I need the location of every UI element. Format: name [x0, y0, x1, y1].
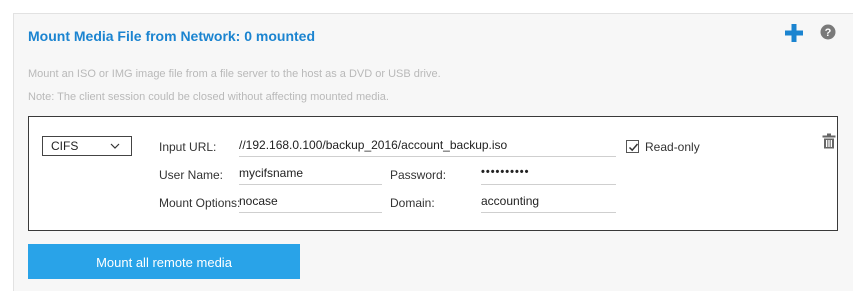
user-name-label: User Name: — [159, 168, 224, 182]
protocol-value: CIFS — [51, 139, 79, 153]
mount-all-button[interactable]: Mount all remote media — [28, 244, 300, 279]
read-only-label: Read-only — [645, 140, 700, 154]
domain-field[interactable]: accounting — [481, 191, 616, 213]
protocol-select[interactable]: CIFS — [42, 136, 132, 156]
description-text: Mount an ISO or IMG image file from a fi… — [28, 68, 441, 80]
trash-icon[interactable] — [822, 133, 836, 149]
input-url-field[interactable]: //192.168.0.100/backup_2016/account_back… — [239, 135, 616, 157]
password-label: Password: — [390, 168, 447, 182]
mount-media-panel: Mount Media File from Network: 0 mounted… — [13, 13, 853, 291]
input-url-label: Input URL: — [159, 140, 217, 154]
domain-label: Domain: — [390, 196, 435, 210]
mount-options-label: Mount Options: — [159, 196, 241, 210]
checkmark-icon — [628, 143, 639, 152]
plus-icon[interactable] — [783, 22, 805, 44]
svg-text:?: ? — [825, 27, 832, 39]
help-icon[interactable]: ? — [820, 24, 836, 40]
chevron-down-icon — [110, 143, 120, 149]
user-name-field[interactable]: mycifsname — [239, 163, 382, 185]
media-entry: CIFS Input URL: //192.168.0.100/backup_2… — [28, 116, 838, 231]
mount-options-field[interactable]: nocase — [239, 191, 382, 213]
note-text: Note: The client session could be closed… — [28, 91, 389, 103]
read-only-checkbox[interactable] — [626, 140, 639, 153]
password-field[interactable]: •••••••••• — [481, 163, 616, 185]
panel-title: Mount Media File from Network: 0 mounted — [28, 28, 316, 44]
